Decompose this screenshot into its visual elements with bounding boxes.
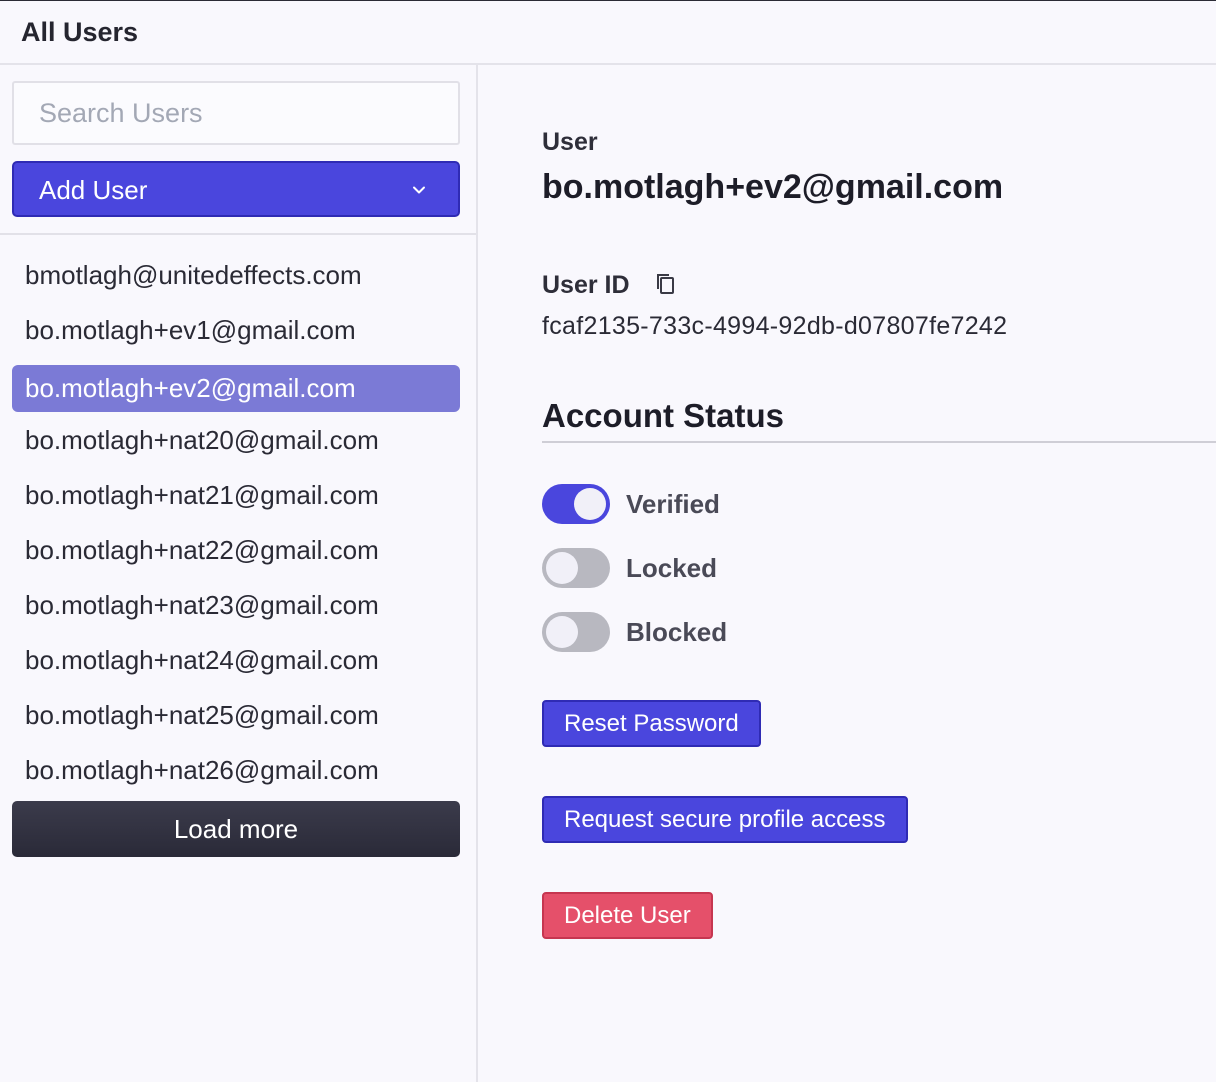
- locked-toggle-row: Locked: [542, 548, 717, 588]
- user-list-item[interactable]: bo.motlagh+nat23@gmail.com: [12, 581, 460, 636]
- user-label: User: [542, 128, 598, 156]
- add-user-button[interactable]: Add User: [12, 161, 460, 217]
- user-list-item[interactable]: bo.motlagh+ev1@gmail.com: [12, 306, 460, 361]
- blocked-toggle[interactable]: [542, 612, 610, 652]
- page-title: All Users: [21, 17, 139, 47]
- copy-icon[interactable]: [654, 271, 678, 297]
- user-list: bmotlagh@unitedeffects.com bo.motlagh+ev…: [12, 251, 460, 801]
- toggle-knob: [574, 488, 606, 520]
- blocked-label: Blocked: [626, 616, 728, 647]
- delete-user-button[interactable]: Delete User: [542, 892, 713, 939]
- toggle-knob: [546, 552, 578, 584]
- user-list-item[interactable]: bo.motlagh+nat21@gmail.com: [12, 471, 460, 526]
- top-bar: All Users: [0, 0, 1216, 65]
- user-detail-panel: User bo.motlagh+ev2@gmail.com User ID fc…: [478, 65, 1216, 1082]
- add-user-label: Add User: [39, 175, 148, 205]
- verified-toggle-row: Verified: [542, 484, 720, 524]
- load-more-button[interactable]: Load more: [12, 801, 460, 857]
- user-list-item[interactable]: bo.motlagh+nat25@gmail.com: [12, 691, 460, 746]
- user-list-item[interactable]: bo.motlagh+nat24@gmail.com: [12, 636, 460, 691]
- verified-label: Verified: [626, 488, 720, 519]
- sidebar-divider: [0, 233, 476, 235]
- user-list-item[interactable]: bo.motlagh+nat20@gmail.com: [12, 416, 460, 471]
- locked-label: Locked: [626, 552, 718, 583]
- request-secure-access-button[interactable]: Request secure profile access: [542, 796, 908, 843]
- reset-password-button[interactable]: Reset Password: [542, 700, 761, 747]
- users-sidebar: Add User bmotlagh@unitedeffects.com bo.m…: [0, 65, 478, 1082]
- toggle-knob: [546, 616, 578, 648]
- section-divider: [542, 441, 1216, 443]
- app-window: All Users Add User bmotlagh@unitedeffect…: [0, 0, 1216, 1082]
- user-id-value: fcaf2135-733c-4994-92db-d07807fe7242: [542, 312, 1008, 340]
- verified-toggle[interactable]: [542, 484, 610, 524]
- user-list-item[interactable]: bo.motlagh+nat26@gmail.com: [12, 746, 460, 801]
- user-list-item[interactable]: bo.motlagh+nat22@gmail.com: [12, 526, 460, 581]
- user-list-item-selected[interactable]: bo.motlagh+ev2@gmail.com: [12, 365, 460, 412]
- user-id-label: User ID: [542, 271, 630, 299]
- user-email-heading: bo.motlagh+ev2@gmail.com: [542, 168, 1004, 206]
- account-status-title: Account Status: [542, 397, 785, 434]
- blocked-toggle-row: Blocked: [542, 612, 727, 652]
- locked-toggle[interactable]: [542, 548, 610, 588]
- user-list-item[interactable]: bmotlagh@unitedeffects.com: [12, 251, 460, 306]
- search-users-input[interactable]: [12, 81, 460, 145]
- chevron-down-icon: [413, 186, 425, 194]
